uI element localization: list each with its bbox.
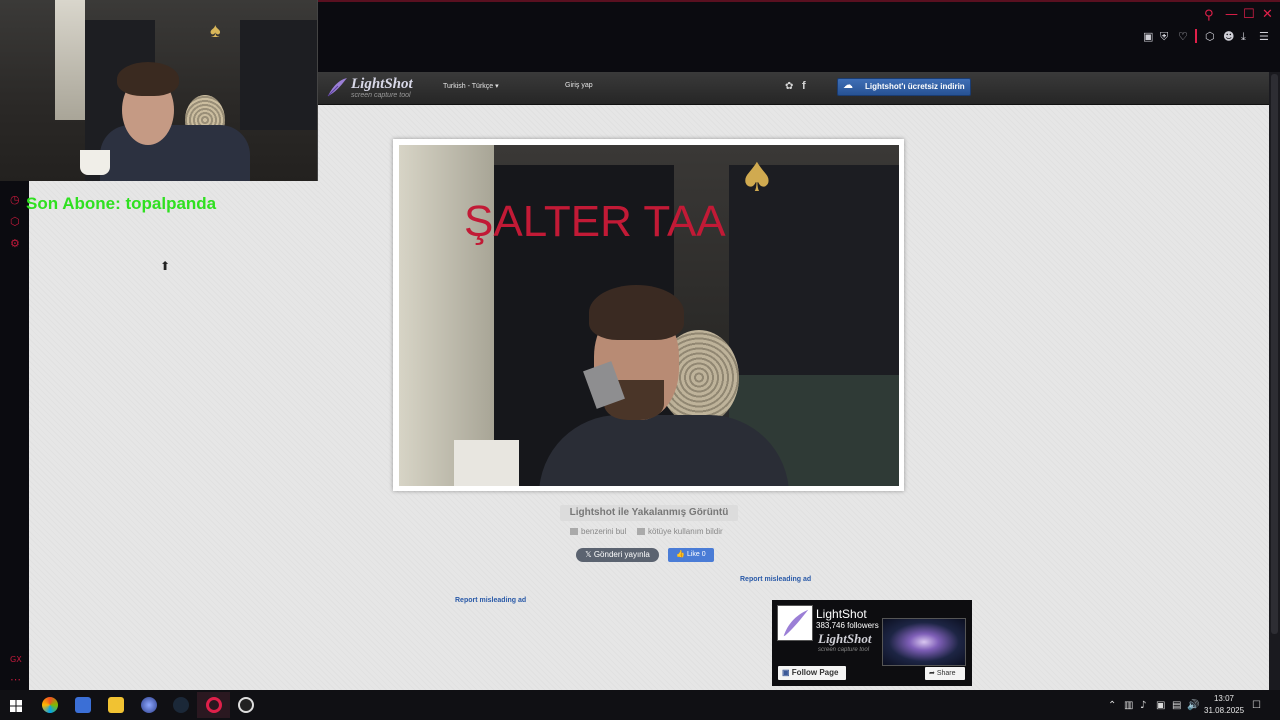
x-icon: 𝕏 — [585, 550, 592, 559]
browser-sidebar — [0, 180, 29, 690]
webcam-chandelier: ♠ — [210, 20, 221, 42]
report-misleading-ad-link[interactable]: Report misleading ad — [740, 576, 811, 583]
file-explorer-icon[interactable] — [108, 697, 124, 713]
share-icon: ➦ — [929, 670, 935, 677]
screenshot-chandelier: ♠ — [739, 155, 775, 201]
image-icon — [570, 528, 578, 535]
facebook-followers-count: 383,746 followers — [816, 621, 879, 630]
share-button[interactable]: ➦ Share — [925, 667, 965, 680]
toolbar-divider — [1195, 29, 1197, 43]
facebook-cover-image — [882, 618, 966, 666]
account-icon[interactable]: ☻ — [1223, 31, 1234, 43]
tweet-label: Gönderi yayınla — [593, 550, 650, 559]
follow-page-label: Follow Page — [791, 668, 839, 677]
screenshot-image[interactable]: ♠ ŞALTER TAA — [399, 145, 899, 486]
webcam-window — [55, 0, 85, 120]
windows-start-icon[interactable] — [10, 700, 22, 712]
report-abuse-link[interactable]: kötüye kullanım bildir — [637, 527, 723, 536]
scrollbar-thumb[interactable] — [1271, 74, 1278, 634]
minimize-icon[interactable]: — — [1225, 8, 1238, 22]
display-icon[interactable]: ▣ — [1156, 700, 1165, 711]
extensions-icon[interactable]: ⬡ — [1205, 31, 1215, 43]
heart-icon[interactable]: ♡ — [1178, 31, 1188, 43]
webcam-person-hair — [117, 62, 179, 96]
facebook-cover-logo: LightShot — [818, 631, 872, 646]
webcam-overlay: ♠ — [0, 0, 318, 181]
more-icon[interactable]: ⋯ — [10, 673, 21, 686]
login-link[interactable]: Giriş yap — [565, 82, 593, 89]
steam-icon[interactable] — [173, 697, 189, 713]
windows-taskbar — [0, 690, 1280, 720]
chevron-up-icon[interactable]: ⌃ — [1108, 700, 1116, 711]
mouse-cursor-icon: ⬆ — [160, 259, 171, 273]
notifications-icon[interactable]: ☐ — [1252, 700, 1261, 711]
opera-gx-icon[interactable] — [206, 697, 222, 713]
download-lightshot-button[interactable]: Lightshot'ı ücretsiz indirin — [837, 78, 971, 96]
facebook-cover-subtitle: screen capture tool — [818, 647, 870, 653]
flag-icon — [637, 528, 645, 535]
screenshot-caption: ŞALTER TAA — [464, 197, 726, 246]
microphone-icon[interactable]: ♪ — [1140, 700, 1146, 711]
facebook-icon[interactable]: f — [802, 80, 806, 92]
find-similar-label: benzerini bul — [581, 527, 627, 536]
lightshot-logo[interactable]: LightShot — [351, 76, 413, 93]
cloud-download-icon: ☁ — [843, 80, 853, 91]
report-abuse-label: kötüye kullanım bildir — [648, 527, 723, 536]
maximize-icon[interactable]: ☐ — [1243, 8, 1255, 22]
chevron-down-icon: ▾ — [495, 83, 499, 90]
network-icon[interactable]: ▤ — [1172, 700, 1181, 711]
device-icon[interactable]: ▥ — [1124, 700, 1133, 711]
lightshot-avatar[interactable] — [777, 605, 813, 641]
close-icon[interactable]: ✕ — [1262, 8, 1273, 22]
settings-icon[interactable]: ⚙ — [10, 237, 20, 250]
copilot-icon[interactable] — [42, 697, 58, 713]
lightshot-logo-subtitle: screen capture tool — [351, 92, 411, 99]
top-accent-line — [318, 0, 1280, 2]
twitter-icon[interactable]: ✿ — [785, 81, 793, 92]
facebook-small-icon: ▣ — [782, 668, 790, 677]
share-label: Share — [936, 670, 956, 677]
image-title: Lightshot ile Yakalanmış Görüntü — [560, 505, 738, 521]
extensions-sidebar-icon[interactable]: ⬡ — [10, 215, 20, 228]
search-icon[interactable]: ⚲ — [1204, 9, 1214, 23]
webcam-cup — [80, 150, 110, 175]
find-similar-link[interactable]: benzerini bul — [570, 527, 626, 536]
gx-logo: GX — [10, 655, 22, 664]
facebook-like-button[interactable]: 👍 Like 0 — [668, 548, 714, 562]
snapshot-icon[interactable]: ▣ — [1143, 31, 1153, 43]
page-background-left — [29, 181, 318, 690]
clock-time[interactable]: 13:07 — [1206, 694, 1242, 703]
facebook-page-name[interactable]: LightShot — [816, 607, 867, 621]
lightshot-feather-icon[interactable] — [326, 76, 348, 98]
follow-page-button[interactable]: ▣ Follow Page — [778, 666, 846, 680]
like-label: Like 0 — [686, 551, 706, 558]
obs-icon[interactable] — [238, 697, 254, 713]
language-select[interactable]: Turkish - Türkçe ▾ — [443, 82, 499, 90]
last-subscriber-text: Son Abone: topalpanda — [26, 194, 217, 213]
tweet-button[interactable]: 𝕏 Gönderi yayınla — [576, 548, 659, 562]
volume-icon[interactable]: 🔊 — [1187, 700, 1199, 711]
shield-icon[interactable]: ⛨ — [1160, 31, 1168, 43]
clock-date[interactable]: 31.08.2025 — [1204, 706, 1244, 715]
download-icon[interactable]: ⤓ — [1241, 31, 1246, 43]
menu-icon[interactable]: ☰ — [1259, 31, 1269, 43]
thumbs-up-icon: 👍 — [676, 551, 686, 558]
screenshot-person-hair — [589, 285, 684, 340]
history-icon[interactable]: ◷ — [10, 193, 20, 206]
screenshot-table — [454, 440, 519, 486]
app-orb-icon[interactable] — [141, 697, 157, 713]
report-misleading-ad-link-2[interactable]: Report misleading ad — [455, 597, 526, 604]
webcam-curtain-right — [240, 20, 317, 130]
language-label: Turkish - Türkçe — [443, 83, 494, 90]
calculator-icon[interactable] — [75, 697, 91, 713]
webcam-person-shirt — [100, 125, 250, 181]
